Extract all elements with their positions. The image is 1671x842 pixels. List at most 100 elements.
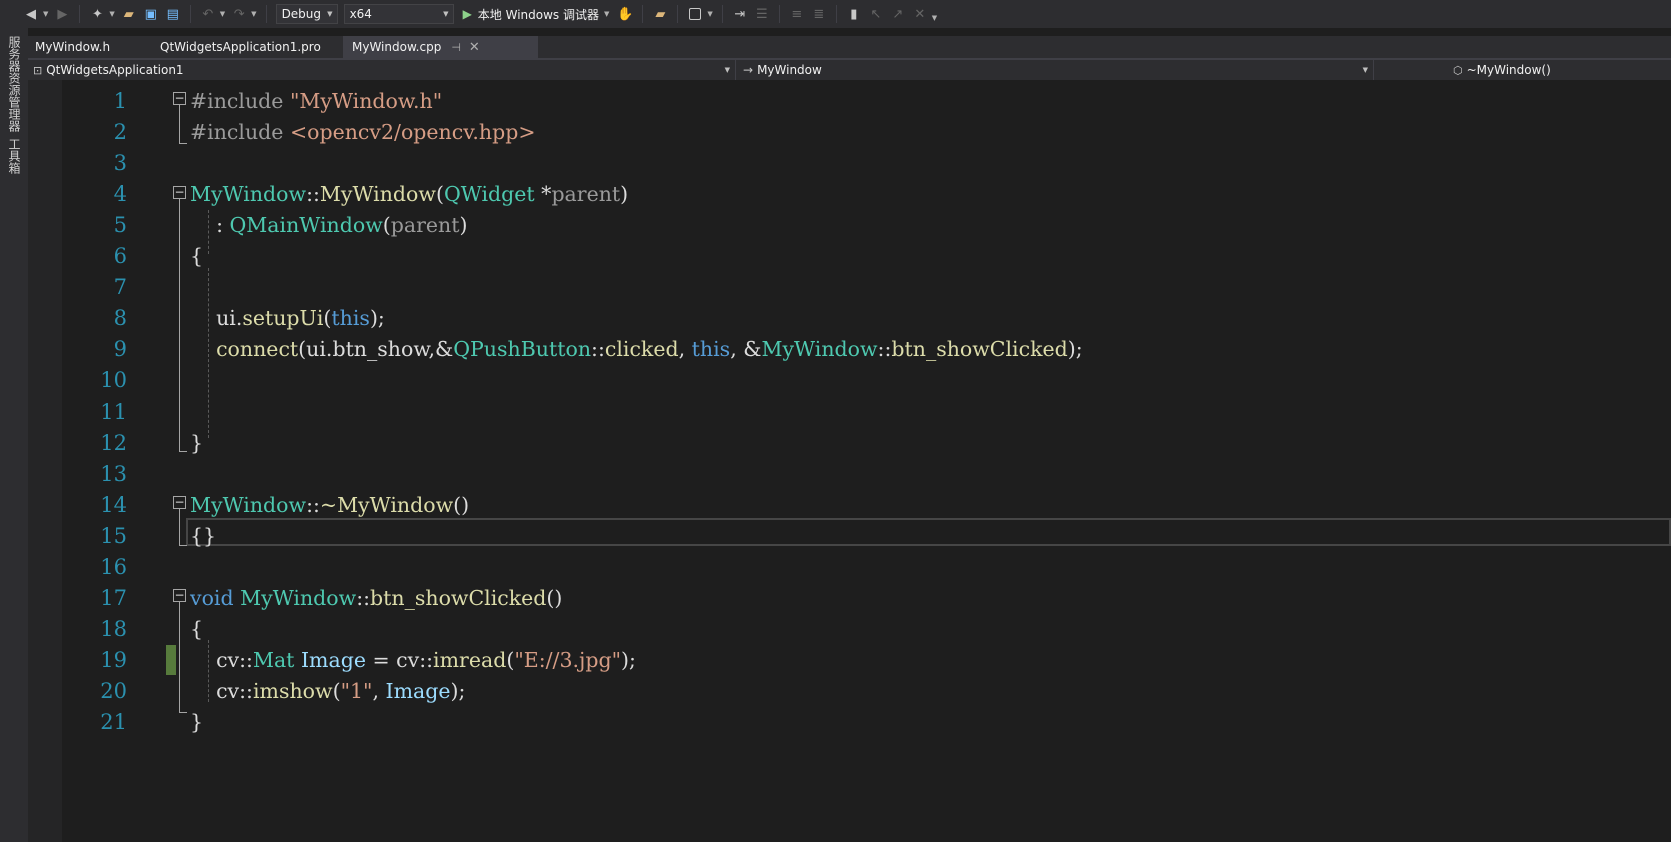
code-token: Mat bbox=[252, 648, 295, 672]
server-explorer-tab[interactable]: 服务器资源管理器 bbox=[6, 36, 23, 132]
collapse-icon[interactable]: − bbox=[173, 589, 186, 602]
toolbar-separator bbox=[642, 5, 644, 23]
undo-icon[interactable]: ↶ bbox=[199, 3, 217, 25]
chevron-down-icon: ▼ bbox=[604, 10, 610, 18]
collapse-icon[interactable]: − bbox=[173, 186, 186, 199]
current-line-highlight bbox=[186, 518, 1671, 546]
code-token: "1" bbox=[340, 679, 373, 703]
redo-icon[interactable]: ↷ bbox=[230, 3, 248, 25]
code-token: cv:: bbox=[190, 648, 253, 672]
code-line[interactable]: MyWindow::~MyWindow() bbox=[190, 490, 469, 520]
toolbar-separator bbox=[677, 5, 679, 23]
line-number: 13 bbox=[100, 462, 127, 486]
chevron-down-icon[interactable]: ▼ bbox=[251, 10, 256, 18]
code-line[interactable]: { bbox=[190, 241, 203, 271]
code-token: MyWindow bbox=[761, 337, 878, 361]
save-all-icon[interactable]: ▤ bbox=[164, 3, 182, 25]
next-bookmark-icon[interactable]: ↗ bbox=[889, 3, 907, 25]
code-line[interactable]: MyWindow::MyWindow(QWidget *parent) bbox=[190, 179, 628, 209]
code-line[interactable]: connect(ui.btn_show,&QPushButton::clicke… bbox=[190, 334, 1083, 364]
overflow-icon[interactable]: ▼ bbox=[932, 14, 937, 22]
prev-bookmark-icon[interactable]: ↖ bbox=[867, 3, 885, 25]
run-debugger-button[interactable]: ▶ 本地 Windows 调试器 ▼ bbox=[463, 6, 613, 23]
code-token: } bbox=[190, 431, 204, 455]
outline-guide bbox=[179, 451, 187, 452]
pin-icon[interactable]: ⊣ bbox=[451, 41, 461, 54]
code-token: ui. bbox=[190, 306, 243, 330]
member-dropdown[interactable]: ⬡ ~MyWindow() bbox=[1448, 60, 1671, 80]
code-token: :: bbox=[306, 493, 320, 517]
bookmark-icon[interactable]: ▮ bbox=[845, 3, 863, 25]
open-icon[interactable]: ▰ bbox=[120, 3, 138, 25]
comment-icon[interactable]: ≡ bbox=[788, 3, 806, 25]
code-line[interactable]: void MyWindow::btn_showClicked() bbox=[190, 583, 562, 613]
toolbox-tab[interactable]: 工具箱 bbox=[6, 138, 23, 174]
platform-select[interactable]: x64 ▼ bbox=[343, 4, 454, 24]
tab-mywindow-h[interactable]: MyWindow.h bbox=[28, 36, 148, 58]
attach-icon[interactable]: ✋ bbox=[616, 3, 634, 25]
code-token: btn_showClicked bbox=[891, 337, 1068, 361]
indent-icon[interactable]: ☰ bbox=[753, 3, 771, 25]
camera-icon[interactable] bbox=[686, 3, 704, 25]
chevron-down-icon[interactable]: ▼ bbox=[109, 10, 114, 18]
code-line[interactable]: { bbox=[190, 614, 203, 644]
code-token: ( bbox=[435, 182, 444, 206]
code-token: "E://3.jpg" bbox=[514, 648, 622, 672]
code-token: { bbox=[190, 244, 204, 268]
line-number: 21 bbox=[100, 710, 127, 734]
code-line[interactable]: : QMainWindow(parent) bbox=[190, 210, 467, 240]
code-token: #include bbox=[190, 120, 290, 144]
clear-bookmark-icon[interactable]: ✕ bbox=[911, 3, 929, 25]
code-token: {} bbox=[190, 524, 217, 548]
project-dropdown[interactable]: ⊡ QtWidgetsApplication1 ▼ bbox=[28, 60, 736, 80]
save-icon[interactable]: ▣ bbox=[142, 3, 160, 25]
code-token: ); bbox=[1067, 337, 1083, 361]
code-token: Image bbox=[385, 679, 451, 703]
code-line[interactable]: cv::Mat Image = cv::imread("E://3.jpg"); bbox=[190, 645, 636, 675]
code-line[interactable]: cv::imshow("1", Image); bbox=[190, 676, 465, 706]
code-token: () bbox=[546, 586, 563, 610]
code-token: Image bbox=[300, 648, 366, 672]
code-line[interactable]: } bbox=[190, 428, 203, 458]
chevron-down-icon: ▼ bbox=[1362, 66, 1368, 74]
chevron-down-icon[interactable]: ▼ bbox=[707, 10, 712, 18]
chevron-down-icon[interactable]: ▼ bbox=[43, 10, 48, 18]
folder-icon[interactable]: ▰ bbox=[651, 3, 669, 25]
code-line[interactable]: #include "MyWindow.h" bbox=[190, 86, 442, 116]
line-number: 16 bbox=[100, 555, 127, 579]
collapse-icon[interactable]: − bbox=[173, 92, 186, 105]
code-token: imread bbox=[433, 648, 507, 672]
scope-dropdown[interactable]: → MyWindow ▼ bbox=[738, 60, 1374, 80]
code-line[interactable]: } bbox=[190, 707, 203, 737]
method-icon: ⬡ bbox=[1453, 63, 1463, 77]
document-tabs: MyWindow.h QtWidgetsApplication1.pro MyW… bbox=[28, 36, 1671, 58]
code-token: void bbox=[190, 586, 234, 610]
collapse-icon[interactable]: − bbox=[173, 496, 186, 509]
chevron-down-icon: ▼ bbox=[327, 10, 333, 18]
project-name: QtWidgetsApplication1 bbox=[46, 63, 184, 77]
code-token: parent bbox=[551, 182, 621, 206]
uncomment-icon[interactable]: ≣ bbox=[810, 3, 828, 25]
code-line[interactable]: ui.setupUi(this); bbox=[190, 303, 385, 333]
outline-guide bbox=[179, 199, 180, 451]
line-number: 18 bbox=[100, 617, 127, 641]
configuration-select[interactable]: Debug ▼ bbox=[275, 4, 338, 24]
line-number: 5 bbox=[113, 213, 127, 237]
back-icon[interactable]: ◀ bbox=[22, 3, 40, 25]
step-icon[interactable]: ⇥ bbox=[731, 3, 749, 25]
line-number: 20 bbox=[100, 679, 127, 703]
code-token: btn_showClicked bbox=[370, 586, 547, 610]
outline-guide bbox=[179, 105, 180, 143]
tab-mywindow-cpp[interactable]: MyWindow.cpp ⊣ ✕ bbox=[343, 36, 538, 58]
code-token: setupUi bbox=[242, 306, 324, 330]
chevron-down-icon[interactable]: ▼ bbox=[220, 10, 225, 18]
code-line[interactable]: #include <opencv2/opencv.hpp> bbox=[190, 117, 536, 147]
code-token: = cv:: bbox=[365, 648, 434, 672]
code-line[interactable]: {} bbox=[190, 521, 216, 551]
new-project-icon[interactable]: ✦ bbox=[88, 3, 106, 25]
outline-guide bbox=[179, 602, 180, 712]
tab-pro-file[interactable]: QtWidgetsApplication1.pro bbox=[153, 36, 343, 58]
line-number: 2 bbox=[113, 120, 127, 144]
close-icon[interactable]: ✕ bbox=[469, 40, 480, 55]
forward-icon[interactable]: ▶ bbox=[53, 3, 71, 25]
